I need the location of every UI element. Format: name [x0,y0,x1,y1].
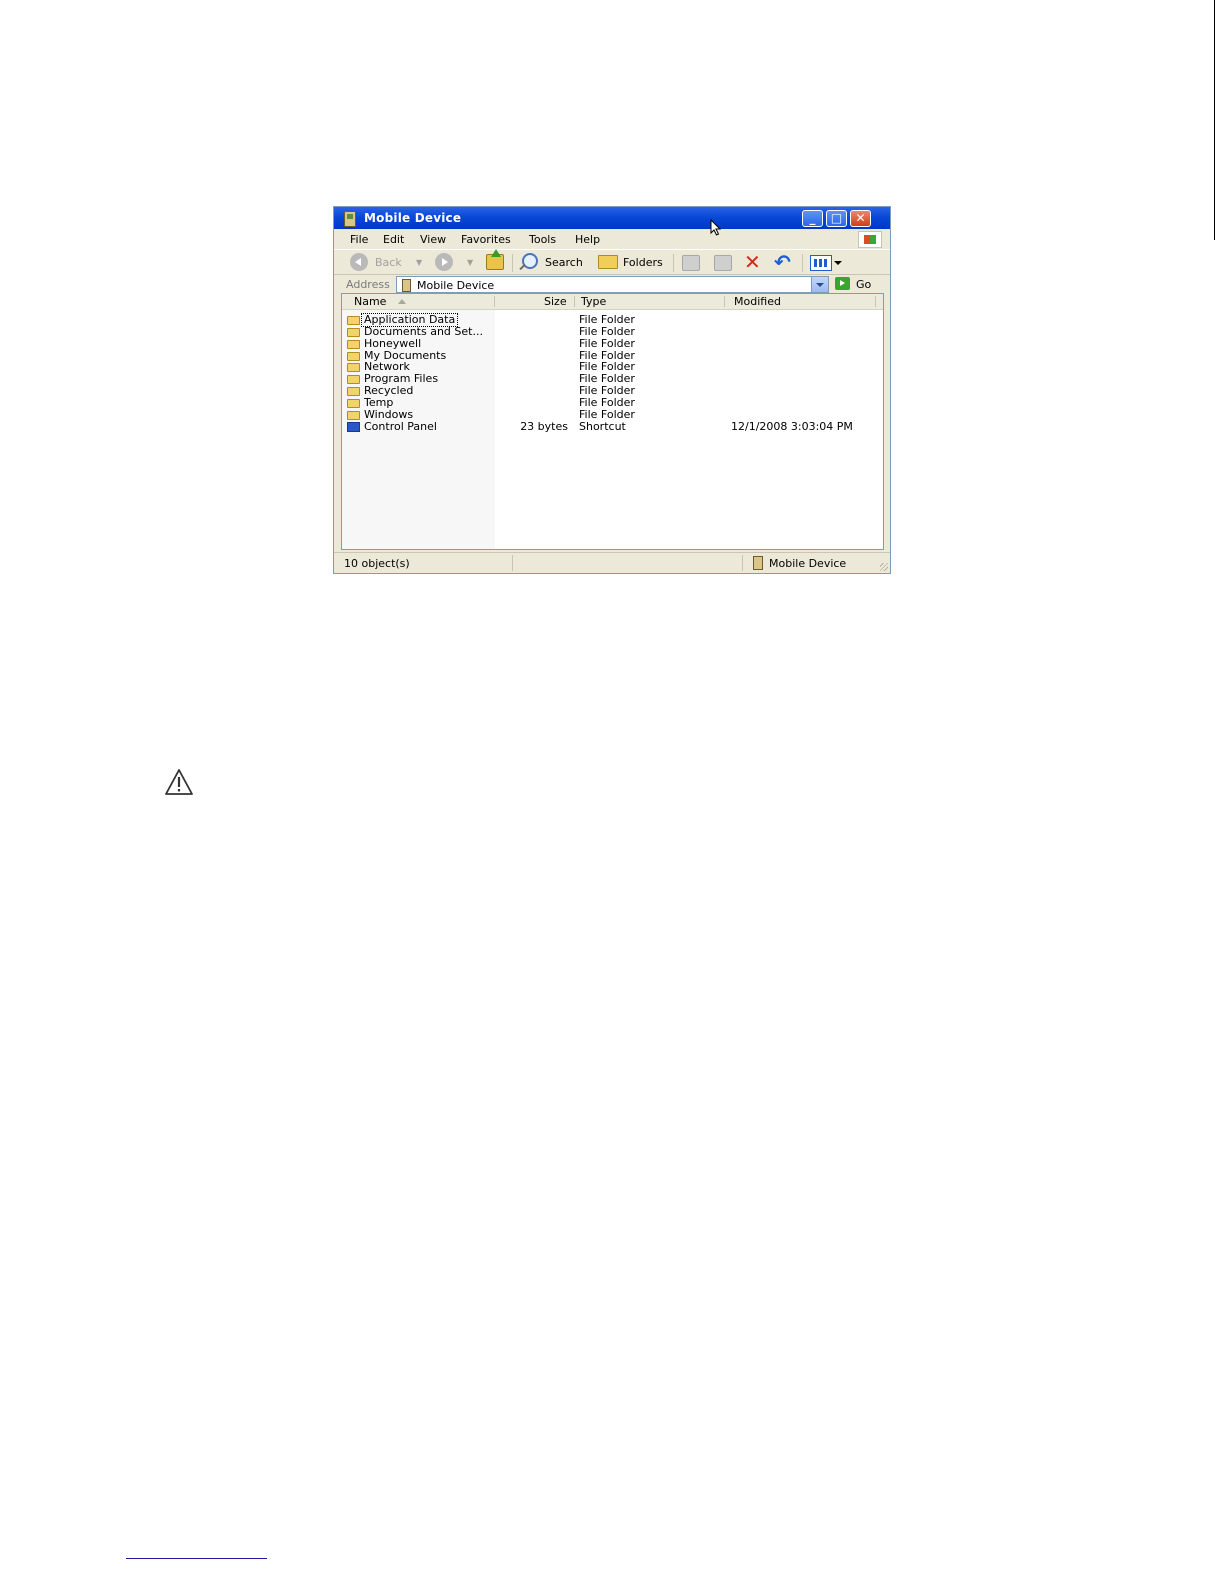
column-divider[interactable] [574,296,575,307]
folder-icon [347,387,360,396]
window-title: Mobile Device [364,211,462,225]
views-icon[interactable] [810,255,832,271]
close-button[interactable]: ✕ [850,210,871,227]
toolbar: Back ▼ ▼ Search Folders ✕ ↶ [334,249,890,275]
list-item[interactable]: Control Panel 23 bytes Shortcut 12/1/200… [342,421,883,433]
folder-icon [347,352,360,361]
mobile-device-icon [753,556,763,570]
up-folder-icon[interactable] [486,249,504,270]
address-dropdown-icon[interactable] [811,277,828,292]
back-button[interactable]: Back [375,253,402,273]
folder-icon [347,375,360,384]
toolbar-separator [673,254,674,272]
mobile-device-icon [402,279,411,292]
menu-help[interactable]: Help [575,233,600,246]
toolbar-separator [802,254,803,272]
menu-favorites[interactable]: Favorites [461,233,511,246]
search-icon[interactable] [522,253,538,269]
status-location: Mobile Device [769,557,847,570]
page-edge-line [1214,0,1215,240]
views-dropdown-icon[interactable] [834,261,842,265]
forward-arrow-icon[interactable] [435,253,453,271]
folder-icon [347,399,360,408]
menu-view[interactable]: View [420,233,446,246]
folder-icon [347,316,360,325]
menu-tools[interactable]: Tools [529,233,556,246]
file-modified: 12/1/2008 3:03:04 PM [731,420,853,433]
minimize-button[interactable]: _ [802,210,823,227]
folder-icon [347,328,360,337]
file-list[interactable]: Name Size Type Modified Application Data… [341,293,884,550]
address-label: Address [346,278,390,291]
column-divider[interactable] [724,296,725,307]
sort-ascending-icon [398,299,406,304]
column-size[interactable]: Size [544,295,567,308]
folders-button[interactable]: Folders [623,253,663,273]
folder-icon [347,363,360,372]
back-dropdown-icon[interactable]: ▼ [416,253,422,273]
title-bar[interactable]: Mobile Device _ □ ✕ [334,207,890,229]
address-field[interactable]: Mobile Device [396,276,829,293]
object-count: 10 object(s) [344,557,410,570]
toolbar-separator [512,254,513,272]
footnote-rule [126,1558,267,1559]
delete-icon[interactable]: ✕ [744,251,761,273]
file-name: Control Panel [364,420,437,433]
status-divider [742,555,743,571]
folder-icon [347,340,360,349]
copy-to-icon[interactable] [714,255,732,271]
folders-icon[interactable] [598,255,618,269]
mobile-device-icon [344,211,356,227]
folder-icon [347,411,360,420]
windows-logo-icon [858,231,882,248]
file-size: 23 bytes [520,420,568,433]
shortcut-icon [347,422,360,432]
forward-dropdown-icon[interactable]: ▼ [467,253,473,273]
move-to-icon[interactable] [682,255,700,271]
undo-icon[interactable]: ↶ [774,251,791,273]
search-button[interactable]: Search [545,253,583,273]
address-value: Mobile Device [417,279,495,292]
back-arrow-icon[interactable] [350,253,368,271]
address-bar: Address Mobile Device Go [334,275,890,295]
file-type: Shortcut [579,420,626,433]
menu-file[interactable]: File [350,233,368,246]
status-divider [512,555,513,571]
column-header: Name Size Type Modified [342,294,883,310]
column-name[interactable]: Name [354,295,386,308]
column-divider[interactable] [875,296,876,307]
go-arrow-icon[interactable] [835,277,850,290]
column-type[interactable]: Type [581,295,606,308]
go-button[interactable]: Go [856,278,871,291]
resize-grip-icon[interactable] [880,563,888,571]
column-divider[interactable] [494,296,495,307]
maximize-button[interactable]: □ [826,210,847,227]
mouse-cursor-icon [710,219,722,236]
warning-icon [165,769,193,795]
menu-edit[interactable]: Edit [383,233,404,246]
column-modified[interactable]: Modified [734,295,781,308]
status-bar: 10 object(s) Mobile Device [334,552,890,573]
explorer-window: Mobile Device _ □ ✕ File Edit View Favor… [333,206,891,574]
menu-bar: File Edit View Favorites Tools Help [334,230,890,248]
